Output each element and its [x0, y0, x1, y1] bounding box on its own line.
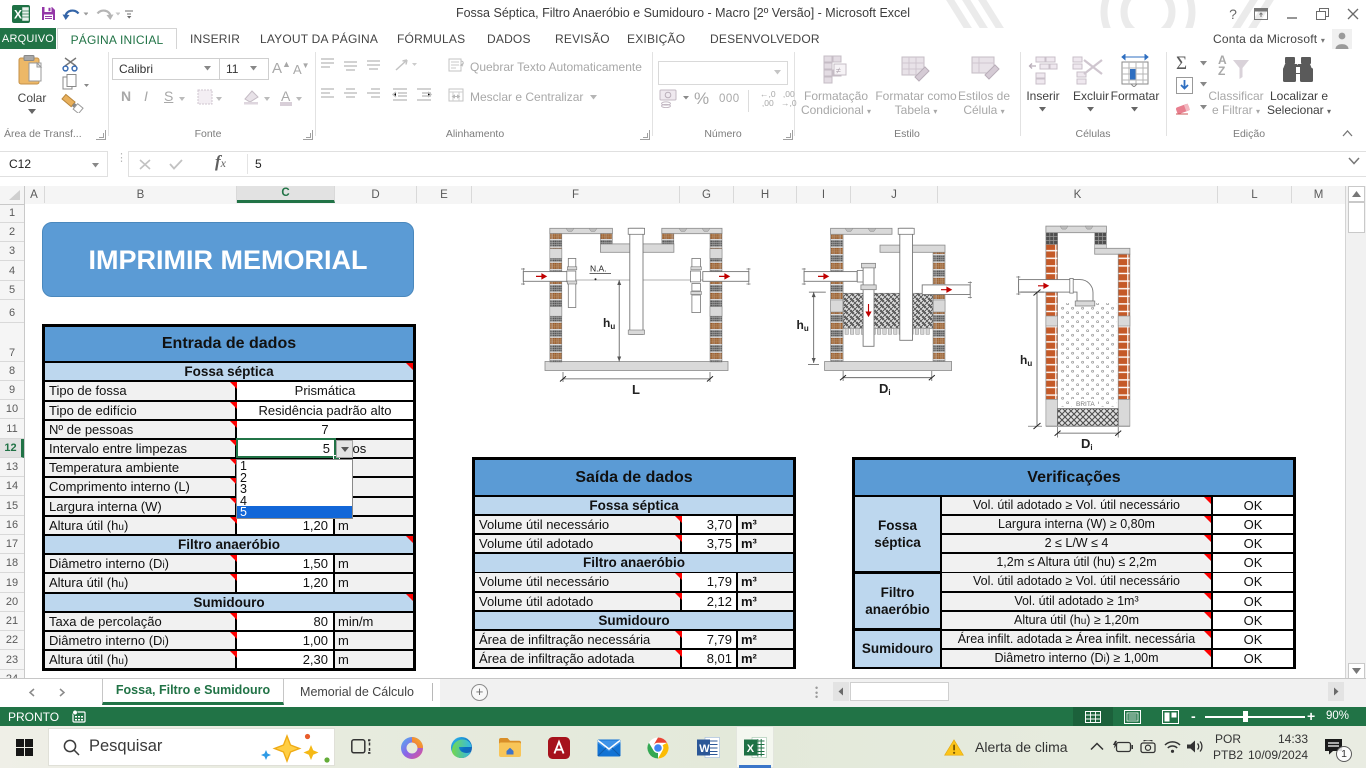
svg-text:Di: Di [1081, 436, 1093, 452]
svg-text:hu: hu [797, 318, 809, 333]
svg-text:L: L [632, 382, 640, 397]
svg-text:hu: hu [1020, 353, 1032, 368]
svg-text:X: X [747, 743, 755, 755]
svg-text:N.A.: N.A. [590, 264, 607, 274]
svg-text:Di: Di [879, 381, 891, 397]
svg-text:BRITA: BRITA [1076, 401, 1095, 408]
svg-text:W: W [699, 743, 710, 755]
svg-text:≠: ≠ [836, 66, 841, 76]
svg-text:hu: hu [603, 316, 615, 331]
